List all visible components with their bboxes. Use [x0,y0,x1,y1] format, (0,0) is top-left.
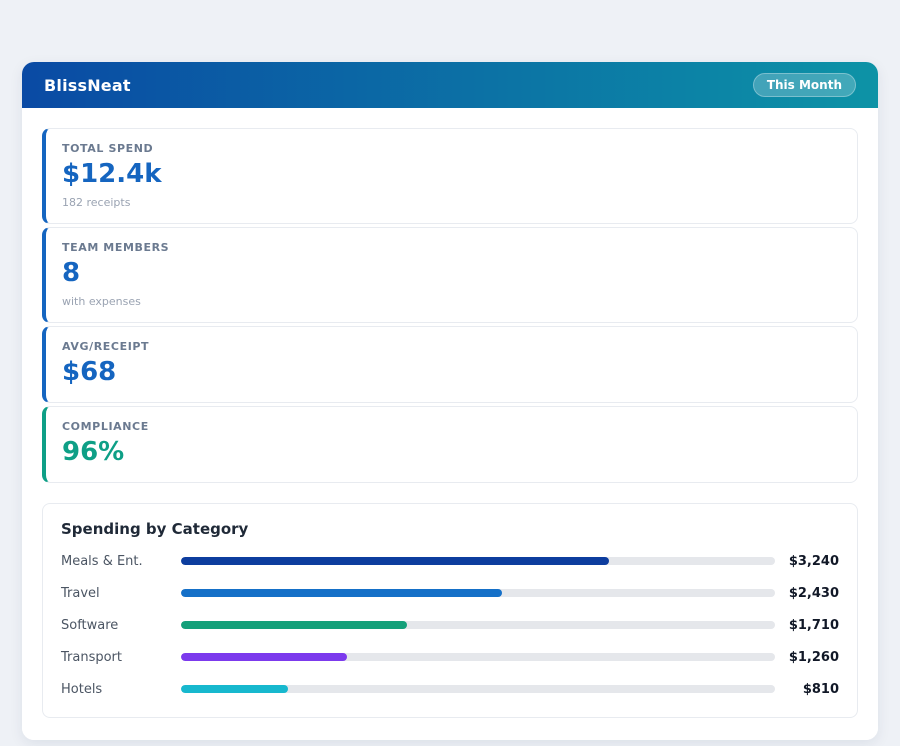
category-amount: $2,430 [775,586,839,601]
category-row-software: Software $1,710 [61,618,839,633]
stat-value: 8 [62,259,841,289]
bar-fill [181,589,502,597]
category-row-travel: Travel $2,430 [61,586,839,601]
stat-sublabel: 182 receipts [62,196,841,209]
bar-track [181,589,775,597]
stat-value: 96% [62,438,841,468]
category-row-hotels: Hotels $810 [61,682,839,697]
stat-sublabel: with expenses [62,295,841,308]
category-amount: $1,710 [775,618,839,633]
period-badge[interactable]: This Month [753,73,856,97]
category-amount: $1,260 [775,650,839,665]
bar-track [181,685,775,693]
spending-by-category-card: Spending by Category Meals & Ent. $3,240… [42,503,858,718]
stat-card-compliance: COMPLIANCE 96% [42,406,858,483]
bar-fill [181,557,609,565]
category-amount: $810 [775,682,839,697]
stat-label: TEAM MEMBERS [62,241,841,254]
bar-track [181,621,775,629]
category-row-transport: Transport $1,260 [61,650,839,665]
stat-value: $68 [62,358,841,388]
chart-title: Spending by Category [61,520,839,538]
category-label: Meals & Ent. [61,554,181,569]
stat-card-team-members: TEAM MEMBERS 8 with expenses [42,227,858,323]
bar-fill [181,621,407,629]
category-row-meals: Meals & Ent. $3,240 [61,554,839,569]
category-label: Travel [61,586,181,601]
bar-track [181,653,775,661]
bar-fill [181,685,288,693]
bar-track [181,557,775,565]
app-title: BlissNeat [44,76,131,95]
dashboard-card: BlissNeat This Month TOTAL SPEND $12.4k … [22,62,878,740]
stat-label: TOTAL SPEND [62,142,841,155]
bar-fill [181,653,347,661]
category-label: Software [61,618,181,633]
stat-label: COMPLIANCE [62,420,841,433]
category-amount: $3,240 [775,554,839,569]
dashboard-body: TOTAL SPEND $12.4k 182 receipts TEAM MEM… [22,108,878,740]
stat-label: AVG/RECEIPT [62,340,841,353]
category-label: Hotels [61,682,181,697]
stat-card-avg-receipt: AVG/RECEIPT $68 [42,326,858,403]
stat-card-total-spend: TOTAL SPEND $12.4k 182 receipts [42,128,858,224]
stat-value: $12.4k [62,160,841,190]
category-label: Transport [61,650,181,665]
app-header: BlissNeat This Month [22,62,878,108]
